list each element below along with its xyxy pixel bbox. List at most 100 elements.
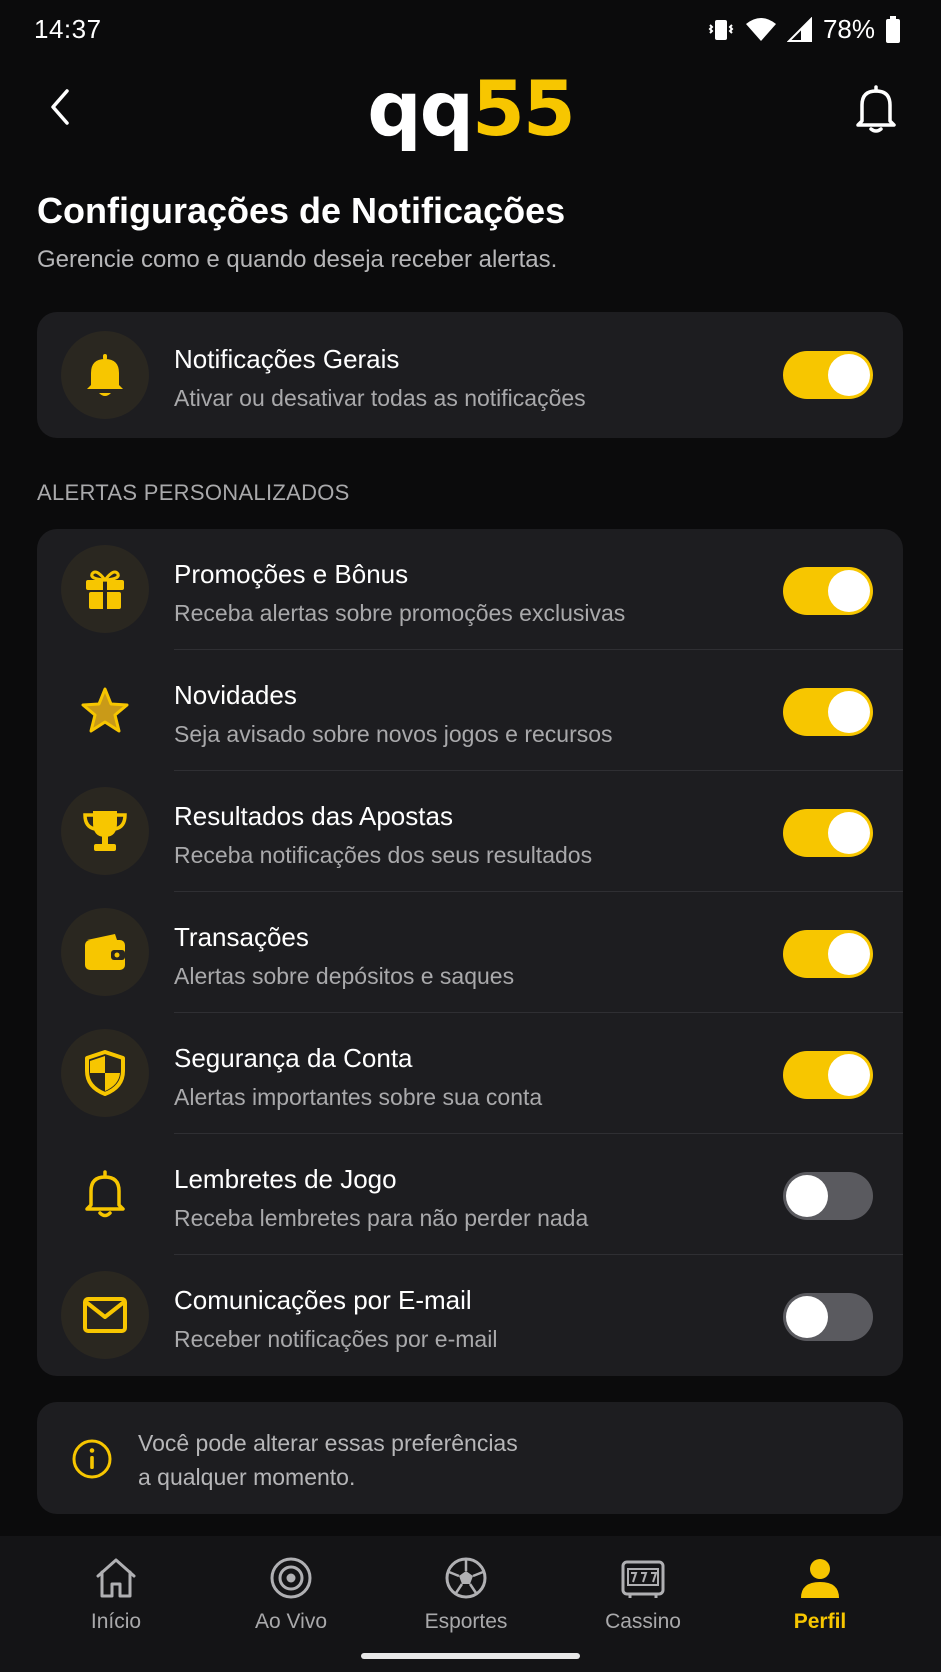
news-texts: Novidades Seja avisado sobre novos jogos… (174, 680, 613, 748)
battery-percentage: 78% (822, 14, 875, 44)
general-bell-icon-wrap (61, 331, 149, 419)
alert-title: Transações (174, 922, 309, 952)
transactions-texts: Transações Alertas sobre depósitos e saq… (174, 922, 514, 990)
toggle-knob (828, 812, 870, 854)
nav-item-ao-vivo[interactable]: Ao Vivo (216, 1556, 366, 1634)
home-icon (96, 1558, 136, 1598)
security-texts: Segurança da Conta Alertas importantes s… (174, 1043, 542, 1111)
alert-row-account-security: Segurança da Conta Alertas importantes s… (37, 1013, 903, 1134)
promotions-texts: Promoções e Bônus Receba alertas sobre p… (174, 559, 625, 627)
promotions-toggle[interactable] (783, 567, 873, 615)
info-icon (72, 1439, 112, 1479)
bet-results-toggle[interactable] (783, 809, 873, 857)
wifi-icon (745, 17, 776, 41)
general-description: Ativar ou desativar todas as notificaçõe… (174, 385, 586, 411)
star-icon (81, 687, 129, 733)
app-logo: qq55 (0, 64, 941, 154)
user-icon (801, 1559, 839, 1598)
security-icon-wrap (61, 1029, 149, 1117)
transactions-icon-wrap (61, 908, 149, 996)
nav-label: Perfil (793, 1610, 847, 1633)
alert-row-news: Novidades Seja avisado sobre novos jogos… (37, 650, 903, 771)
reminders-toggle[interactable] (783, 1172, 873, 1220)
nav-label: Esportes (424, 1610, 508, 1633)
nav-item-cassino[interactable]: Cassino (568, 1556, 718, 1634)
alert-row-transactions: Transações Alertas sobre depósitos e saq… (37, 892, 903, 1013)
general-notifications-row: Notificações Gerais Ativar ou desativar … (37, 312, 903, 438)
info-card: Você pode alterar essas preferências a q… (37, 1402, 903, 1514)
slot-machine-icon (621, 1560, 665, 1598)
alert-row-email: Comunicações por E-mail Receber notifica… (37, 1255, 903, 1376)
alert-title: Lembretes de Jogo (174, 1164, 397, 1194)
toggle-knob (828, 354, 870, 396)
toggle-knob (828, 691, 870, 733)
nav-label: Cassino (605, 1610, 681, 1633)
bell-icon (87, 354, 123, 396)
bottom-navigation: Início Ao Vivo Esportes Cassino Perfil (0, 1536, 941, 1672)
email-texts: Comunicações por E-mail Receber notifica… (174, 1285, 497, 1353)
logo-part-55: 55 (472, 64, 576, 153)
alert-description: Alertas sobre depósitos e saques (174, 963, 515, 989)
toggle-knob (786, 1296, 828, 1338)
general-notifications-toggle[interactable] (783, 351, 873, 399)
shield-icon (85, 1050, 125, 1096)
trophy-icon (83, 811, 127, 851)
toggle-knob (828, 570, 870, 612)
wallet-icon (85, 934, 125, 970)
bet-results-icon-wrap (61, 787, 149, 875)
alert-row-game-reminders: Lembretes de Jogo Receba lembretes para … (37, 1134, 903, 1255)
signal-icon (786, 16, 812, 42)
alert-title: Segurança da Conta (174, 1043, 413, 1073)
vibrate-icon (708, 19, 734, 40)
alert-description: Receba notificações dos seus resultados (174, 842, 593, 868)
general-texts: Notificações Gerais Ativar ou desativar … (174, 344, 586, 412)
alert-row-bet-results: Resultados das Apostas Receba notificaçõ… (37, 771, 903, 892)
page-title: Configurações de Notificações (37, 190, 566, 231)
news-icon-wrap (61, 666, 149, 754)
security-toggle[interactable] (783, 1051, 873, 1099)
promotions-icon-wrap (61, 545, 149, 633)
live-icon (270, 1557, 312, 1599)
home-indicator[interactable] (361, 1653, 580, 1659)
alert-title: Resultados das Apostas (174, 801, 453, 831)
transactions-toggle[interactable] (783, 930, 873, 978)
alert-title: Promoções e Bônus (174, 559, 409, 589)
email-icon-wrap (61, 1271, 149, 1359)
page-subtitle: Gerencie como e quando deseja receber al… (37, 246, 558, 273)
reminders-texts: Lembretes de Jogo Receba lembretes para … (174, 1164, 588, 1232)
alert-title: Novidades (174, 680, 297, 710)
general-title: Notificações Gerais (174, 344, 400, 374)
toggle-knob (786, 1175, 828, 1217)
notification-settings-screen: 14:37 78% qq55 Configurações de Notifica… (0, 0, 941, 1672)
toggle-knob (828, 1054, 870, 1096)
bell-icon (856, 85, 896, 133)
nav-label: Início (90, 1610, 142, 1633)
general-notifications-card: Notificações Gerais Ativar ou desativar … (37, 312, 903, 438)
soccer-ball-icon (445, 1557, 487, 1599)
bet-results-texts: Resultados das Apostas Receba notificaçõ… (174, 801, 592, 869)
nav-label: Ao Vivo (255, 1610, 327, 1633)
notifications-button[interactable] (851, 82, 901, 136)
status-icons: 78% (707, 14, 901, 45)
nav-item-esportes[interactable]: Esportes (391, 1556, 541, 1634)
info-line-2: a qualquer momento. (138, 1464, 356, 1490)
custom-alerts-card: Promoções e Bônus Receba alertas sobre p… (37, 529, 903, 1376)
nav-item-perfil[interactable]: Perfil (745, 1556, 895, 1634)
email-toggle[interactable] (783, 1293, 873, 1341)
mail-icon (83, 1297, 127, 1333)
info-line-1: Você pode alterar essas preferências (138, 1430, 518, 1456)
section-label: ALERTAS PERSONALIZADOS (37, 480, 350, 505)
alert-description: Receba lembretes para não perder nada (174, 1205, 589, 1231)
alert-description: Receba alertas sobre promoções exclusiva… (174, 600, 626, 626)
reminders-icon-wrap (61, 1150, 149, 1238)
info-text: Você pode alterar essas preferências a q… (138, 1426, 738, 1494)
gift-icon (86, 570, 124, 609)
toggle-knob (828, 933, 870, 975)
alert-row-promotions: Promoções e Bônus Receba alertas sobre p… (37, 529, 903, 650)
news-toggle[interactable] (783, 688, 873, 736)
nav-item-inicio[interactable]: Início (41, 1556, 191, 1634)
status-time: 14:37 (34, 14, 102, 44)
logo-part-qq: qq (367, 64, 474, 153)
alert-description: Receber notificações por e-mail (174, 1326, 498, 1352)
alert-description: Alertas importantes sobre sua conta (174, 1084, 543, 1110)
